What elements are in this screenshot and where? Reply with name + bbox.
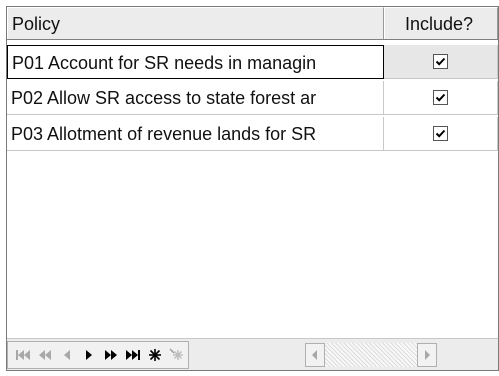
checkmark-icon [435, 129, 446, 138]
include-checkbox[interactable] [433, 54, 448, 69]
first-record-button[interactable] [12, 343, 34, 367]
policy-cell[interactable]: P01 Account for SR needs in managin [7, 45, 384, 79]
first-icon [16, 349, 30, 360]
include-column-header[interactable]: Include? [384, 7, 498, 39]
prior-page-button[interactable] [34, 343, 56, 367]
prior-page-icon [39, 349, 51, 360]
include-checkbox[interactable] [433, 90, 448, 105]
table-row[interactable]: P03 Allotment of revenue lands for SR [7, 117, 499, 153]
include-cell[interactable] [384, 117, 498, 151]
policy-grid[interactable]: Policy Include? P01 Account for SR needs… [6, 6, 499, 371]
delete-record-icon [169, 348, 183, 360]
next-record-button[interactable] [78, 343, 100, 367]
next-page-icon [105, 349, 117, 360]
next-page-button[interactable] [100, 343, 122, 367]
delete-record-button[interactable] [166, 343, 188, 367]
prior-record-button[interactable] [56, 343, 78, 367]
last-icon [126, 349, 140, 360]
prior-icon [64, 349, 70, 360]
policy-cell[interactable]: P02 Allow SR access to state forest ar [7, 81, 384, 115]
record-navigator [7, 338, 498, 370]
scroll-track[interactable] [325, 342, 417, 367]
scroll-right-button[interactable] [417, 342, 437, 367]
new-record-icon [149, 348, 161, 361]
table-row[interactable]: P01 Account for SR needs in managin [7, 45, 499, 81]
table-row[interactable]: P02 Allow SR access to state forest ar [7, 81, 499, 117]
next-icon [86, 349, 92, 360]
checkmark-icon [435, 93, 446, 102]
grid-header: Policy Include? [7, 7, 499, 40]
horizontal-scrollbar[interactable] [305, 342, 437, 367]
include-checkbox[interactable] [433, 126, 448, 141]
grid-rows: P01 Account for SR needs in managin P02 … [7, 45, 499, 153]
include-cell[interactable] [384, 81, 498, 115]
last-record-button[interactable] [122, 343, 144, 367]
checkmark-icon [435, 57, 446, 66]
scroll-left-icon [312, 349, 317, 360]
scroll-left-button[interactable] [305, 342, 325, 367]
scroll-right-icon [425, 349, 430, 360]
policy-column-header[interactable]: Policy [7, 7, 384, 39]
navigator-buttons [7, 340, 189, 369]
new-record-button[interactable] [144, 343, 166, 367]
include-cell[interactable] [384, 45, 498, 79]
policy-cell[interactable]: P03 Allotment of revenue lands for SR [7, 117, 384, 151]
